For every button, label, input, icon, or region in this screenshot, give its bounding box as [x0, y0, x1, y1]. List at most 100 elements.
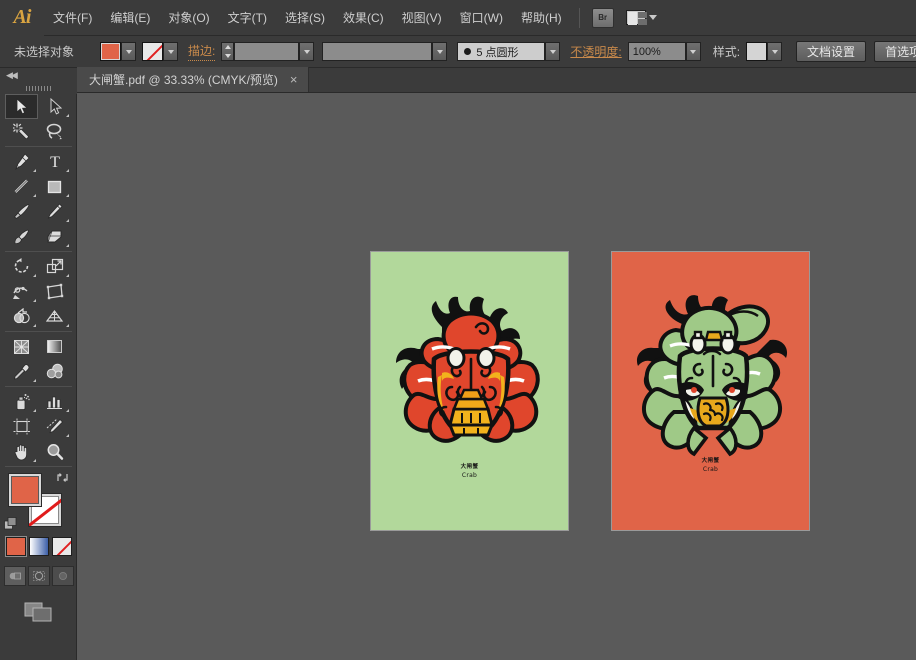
swap-fill-stroke-icon[interactable] — [56, 471, 69, 484]
selection-tool[interactable] — [5, 94, 38, 119]
stroke-profile-control[interactable] — [322, 42, 448, 61]
artboard-tool[interactable] — [5, 414, 38, 439]
pen-tool[interactable] — [5, 149, 38, 174]
fill-color-swatch[interactable] — [8, 473, 42, 507]
bridge-icon[interactable]: Br — [591, 7, 614, 28]
menu-object[interactable]: 对象(O) — [159, 0, 218, 36]
stroke-color-control[interactable] — [142, 42, 179, 61]
stroke-dropdown-arrow[interactable] — [163, 42, 179, 61]
symbol-sprayer-tool[interactable] — [5, 389, 38, 414]
stroke-weight-stepper[interactable] — [221, 42, 235, 61]
stroke-profile-dropdown-arrow[interactable] — [432, 42, 448, 61]
color-mode-button[interactable] — [4, 536, 27, 557]
screen-mode-button[interactable] — [0, 596, 77, 628]
opacity-label[interactable]: 不透明度: — [570, 43, 621, 60]
graphic-style-control[interactable] — [746, 42, 783, 61]
document-setup-button[interactable]: 文档设置 — [796, 41, 867, 62]
canvas-area[interactable]: 大闸蟹 Crab 大闸蟹 Crab — [77, 93, 916, 660]
lasso-tool[interactable] — [38, 119, 71, 144]
style-dropdown-arrow[interactable] — [767, 42, 783, 61]
mesh-tool[interactable] — [5, 334, 38, 359]
default-fill-stroke-icon[interactable] — [4, 517, 18, 531]
fill-color-control[interactable] — [100, 42, 137, 61]
menu-edit[interactable]: 编辑(E) — [101, 0, 159, 36]
chevron-down-icon — [648, 15, 657, 20]
collapse-arrows-icon: ◀◀ — [6, 69, 18, 80]
blob-brush-tool[interactable] — [5, 224, 38, 249]
stroke-weight-dropdown-arrow[interactable] — [299, 42, 315, 61]
menu-help[interactable]: 帮助(H) — [512, 0, 571, 36]
direct-selection-tool[interactable] — [38, 94, 71, 119]
width-tool[interactable] — [5, 279, 38, 304]
tool-divider — [5, 466, 72, 467]
none-mode-button[interactable] — [51, 537, 72, 556]
menu-window[interactable]: 窗口(W) — [451, 0, 512, 36]
artboard-right[interactable]: 大闸蟹 Crab — [611, 251, 810, 531]
line-segment-tool[interactable] — [5, 174, 38, 199]
close-icon[interactable]: × — [288, 73, 300, 86]
document-tab[interactable]: 大闸蟹.pdf @ 33.33% (CMYK/预览) × — [77, 67, 309, 92]
draw-behind-button[interactable] — [27, 566, 50, 586]
brush-definition-control[interactable]: 5 点圆形 — [457, 42, 561, 61]
menu-type[interactable]: 文字(T) — [219, 0, 276, 36]
perspective-grid-tool[interactable] — [38, 304, 71, 329]
tools-collapse-button[interactable]: ◀◀ — [0, 68, 77, 82]
menu-file[interactable]: 文件(F) — [44, 0, 101, 36]
menu-view[interactable]: 视图(V) — [393, 0, 451, 36]
scale-tool[interactable] — [38, 254, 71, 279]
caption-chinese: 大闸蟹 — [460, 464, 479, 470]
caption-english: Crab — [461, 471, 478, 479]
caption-chinese: 大闸蟹 — [701, 458, 720, 464]
type-tool[interactable]: T — [38, 149, 71, 174]
menu-select[interactable]: 选择(S) — [276, 0, 334, 36]
artboard-left[interactable]: 大闸蟹 Crab — [370, 251, 569, 531]
paintbrush-tool[interactable] — [5, 199, 38, 224]
crab-illustration-left[interactable] — [380, 287, 562, 455]
opacity-input[interactable]: 100% — [627, 42, 686, 61]
menu-effect[interactable]: 效果(C) — [334, 0, 393, 36]
eyedropper-tool[interactable] — [5, 359, 38, 384]
slice-tool[interactable] — [38, 414, 71, 439]
tool-divider — [5, 386, 72, 387]
color-mode-bar — [0, 536, 77, 561]
stroke-profile-input[interactable] — [322, 42, 433, 61]
column-graph-tool[interactable] — [38, 389, 71, 414]
stroke-label[interactable]: 描边: — [188, 42, 216, 61]
tools-panel-grip[interactable] — [0, 82, 77, 94]
menu-separator — [578, 7, 580, 28]
opacity-dropdown-arrow[interactable] — [685, 42, 701, 61]
svg-text:T: T — [50, 154, 60, 170]
brush-preview[interactable]: 5 点圆形 — [457, 42, 546, 61]
stroke-swatch-none[interactable] — [142, 42, 164, 61]
arrange-documents-button[interactable] — [625, 10, 657, 25]
gradient-mode-button[interactable] — [28, 537, 49, 556]
app-logo: Ai — [0, 0, 44, 36]
tool-divider — [5, 146, 72, 147]
menu-items: 文件(F) 编辑(E) 对象(O) 文字(T) 选择(S) 效果(C) 视图(V… — [44, 0, 571, 36]
magic-wand-tool[interactable] — [5, 119, 38, 144]
tool-grid: T — [0, 94, 77, 467]
draw-inside-button[interactable] — [51, 566, 74, 586]
eraser-tool[interactable] — [38, 224, 71, 249]
brush-dropdown-arrow[interactable] — [545, 42, 561, 61]
blend-tool[interactable] — [38, 359, 71, 384]
shape-builder-tool[interactable] — [5, 304, 38, 329]
free-transform-tool[interactable] — [38, 279, 71, 304]
rectangle-tool[interactable] — [38, 174, 71, 199]
stroke-weight-input[interactable] — [234, 42, 300, 61]
gradient-tool[interactable] — [38, 334, 71, 359]
draw-normal-button[interactable] — [3, 566, 26, 586]
opacity-control[interactable]: 100% — [627, 42, 701, 61]
fill-dropdown-arrow[interactable] — [121, 42, 137, 61]
selection-status-label: 未选择对象 — [14, 45, 75, 59]
rotate-tool[interactable] — [5, 254, 38, 279]
crab-illustration-right[interactable] — [624, 282, 800, 457]
fill-swatch[interactable] — [100, 42, 122, 61]
stroke-weight-control[interactable] — [221, 42, 315, 61]
hand-tool[interactable] — [5, 439, 38, 464]
preferences-button[interactable]: 首选项 — [874, 41, 916, 62]
menu-bar: Ai 文件(F) 编辑(E) 对象(O) 文字(T) 选择(S) 效果(C) 视… — [0, 0, 916, 36]
style-swatch[interactable] — [746, 42, 768, 61]
zoom-tool[interactable] — [38, 439, 71, 464]
pencil-tool[interactable] — [38, 199, 71, 224]
